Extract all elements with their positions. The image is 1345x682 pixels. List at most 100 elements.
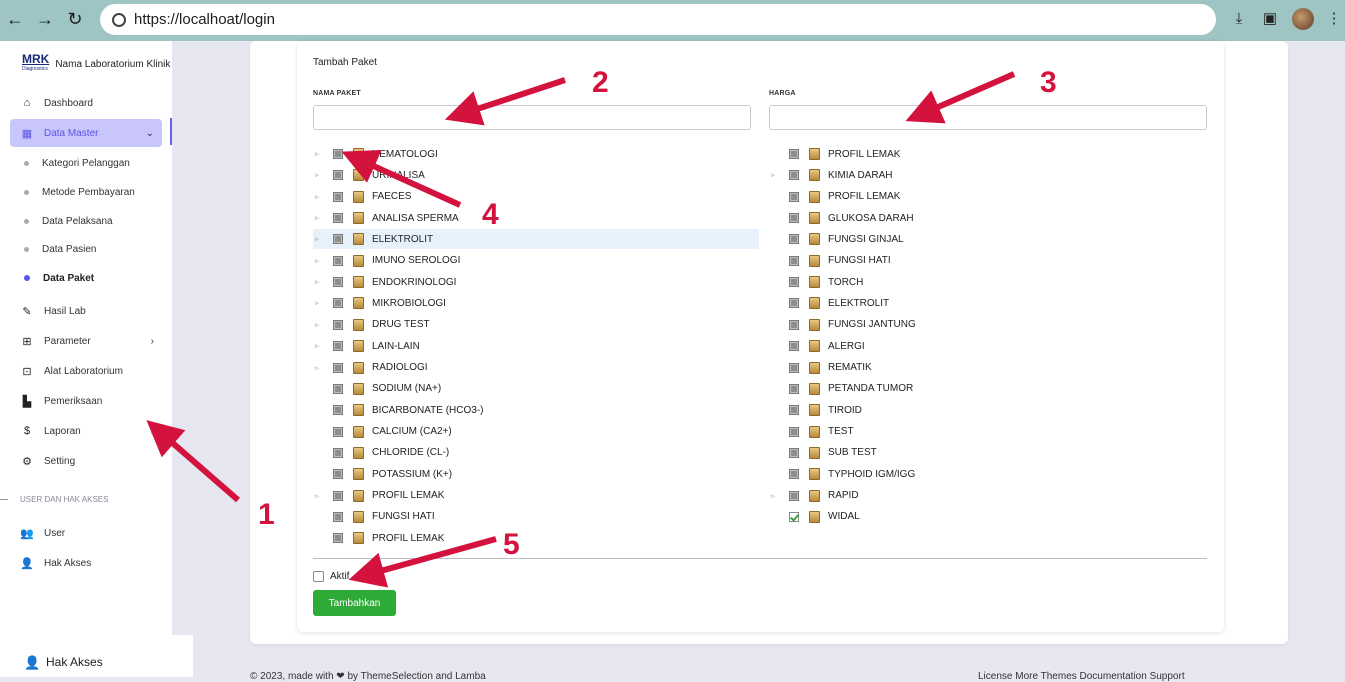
tree-node[interactable]: SUB TEST <box>769 443 1215 463</box>
sidebar-subitem-data-pasien[interactable]: Data Pasien <box>24 242 96 256</box>
tree-node[interactable]: TIROID <box>769 400 1215 420</box>
expand-toggle-icon[interactable]: ▹ <box>313 364 321 372</box>
tree-checkbox[interactable] <box>789 255 799 266</box>
back-arrow-icon[interactable]: ← <box>4 8 26 30</box>
tree-checkbox[interactable] <box>789 298 799 309</box>
tree-node[interactable]: ▹ DRUG TEST <box>313 315 759 335</box>
expand-toggle-icon[interactable]: ▹ <box>313 342 321 350</box>
tree-checkbox[interactable] <box>333 362 343 373</box>
sidebar-item-hasil-lab[interactable]: ✎ Hasil Lab <box>10 297 162 325</box>
tree-checkbox[interactable] <box>333 447 343 458</box>
tree-node[interactable]: CALCIUM (CA2+) <box>313 422 759 442</box>
site-info-icon[interactable] <box>112 12 126 27</box>
tree-checkbox[interactable] <box>333 319 343 330</box>
sidebar-item-data-master[interactable]: ▦ Data Master ⌄ <box>10 119 162 147</box>
tree-checkbox[interactable] <box>333 341 343 352</box>
tree-node[interactable]: GLUKOSA DARAH <box>769 208 1215 228</box>
tree-checkbox[interactable] <box>333 234 343 245</box>
sidebar-item-pemeriksaan[interactable]: ▙ Pemeriksaan <box>10 387 162 415</box>
tree-checkbox[interactable] <box>789 213 799 224</box>
expand-toggle-icon[interactable]: ▹ <box>313 299 321 307</box>
tree-node[interactable]: ▹ IMUNO SEROLOGI <box>313 251 759 271</box>
expand-toggle-icon[interactable]: ▹ <box>313 278 321 286</box>
tree-node[interactable]: TYPHOID IGM/IGG <box>769 464 1215 484</box>
tree-node[interactable]: FUNGSI HATI <box>313 507 759 527</box>
expand-toggle-icon[interactable]: ▹ <box>313 171 321 179</box>
tree-checkbox[interactable] <box>333 490 343 501</box>
expand-toggle-icon[interactable]: ▹ <box>313 492 321 500</box>
sidebar-item-alat-laboratorium[interactable]: ⊡ Alat Laboratorium <box>10 357 162 385</box>
tree-checkbox[interactable] <box>789 277 799 288</box>
tree-node[interactable]: ▹ ENDOKRINOLOGI <box>313 272 759 292</box>
tree-node[interactable]: CHLORIDE (CL-) <box>313 443 759 463</box>
tree-node[interactable]: PROFIL LEMAK <box>313 528 759 548</box>
tree-node[interactable]: ▹ URINALISA <box>313 165 759 185</box>
expand-toggle-icon[interactable]: ▹ <box>313 235 321 243</box>
tree-node[interactable]: ▹ LAIN-LAIN <box>313 336 759 356</box>
profile-avatar[interactable] <box>1292 8 1314 30</box>
tree-checkbox[interactable] <box>789 490 799 501</box>
sidebar-item-setting[interactable]: ⚙ Setting <box>10 447 162 475</box>
tree-node[interactable]: ▹ PROFIL LEMAK <box>313 486 759 506</box>
tree-checkbox[interactable] <box>789 319 799 330</box>
expand-toggle-icon[interactable]: ▹ <box>313 321 321 329</box>
aktif-checkbox[interactable]: Aktif <box>313 571 349 582</box>
tree-node[interactable]: ▹ FAECES <box>313 187 759 207</box>
tree-node[interactable]: ALERGI <box>769 336 1215 356</box>
tree-checkbox[interactable] <box>789 362 799 373</box>
tree-node[interactable]: WIDAL <box>769 507 1215 527</box>
expand-toggle-icon[interactable]: ▹ <box>313 193 321 201</box>
tree-checkbox[interactable] <box>789 234 799 245</box>
forward-arrow-icon[interactable]: → <box>34 8 56 30</box>
tree-node[interactable]: FUNGSI JANTUNG <box>769 315 1215 335</box>
tree-checkbox[interactable] <box>789 149 799 159</box>
tree-node[interactable]: SODIUM (NA+) <box>313 379 759 399</box>
tree-checkbox[interactable] <box>333 405 343 416</box>
tree-node[interactable]: TORCH <box>769 272 1215 292</box>
tree-node[interactable]: ▹ ELEKTROLIT <box>313 229 759 250</box>
expand-toggle-icon[interactable]: ▹ <box>769 171 777 179</box>
expand-toggle-icon[interactable]: ▹ <box>769 492 777 500</box>
window-toggle-icon[interactable]: ▣ <box>1260 9 1280 29</box>
reload-icon[interactable]: ↻ <box>64 8 86 30</box>
tree-node[interactable]: PROFIL LEMAK <box>769 144 1215 164</box>
address-bar[interactable]: https://localhoat/login <box>100 4 1216 35</box>
tree-node[interactable]: BICARBONATE (HCO3-) <box>313 400 759 420</box>
brand[interactable]: MRK Diagnostics Nama Laboratorium Klinik <box>22 53 170 74</box>
tree-node[interactable]: ▹ ANALISA SPERMA <box>313 208 759 228</box>
harga-input[interactable] <box>769 105 1207 130</box>
sidebar-subitem-data-paket[interactable]: Data Paket <box>24 271 94 285</box>
tree-node[interactable]: REMATIK <box>769 358 1215 378</box>
tree-checkbox[interactable] <box>789 383 799 394</box>
tambahkan-button[interactable]: Tambahkan <box>313 590 396 616</box>
tree-node[interactable]: FUNGSI HATI <box>769 251 1215 271</box>
tree-checkbox[interactable] <box>789 426 799 437</box>
kebab-menu-icon[interactable]: ⋮ <box>1324 9 1344 29</box>
tree-checkbox[interactable] <box>333 191 343 202</box>
tree-checkbox[interactable] <box>333 149 343 159</box>
tree-checkbox[interactable] <box>333 469 343 480</box>
tree-checkbox[interactable] <box>789 341 799 352</box>
sidebar-subitem-metode-pembayaran[interactable]: Metode Pembayaran <box>24 185 135 199</box>
sidebar-item-hak-akses[interactable]: 👤 Hak Akses <box>10 549 162 577</box>
sidebar-item-parameter[interactable]: ⊞ Parameter › <box>10 327 162 355</box>
tree-checkbox[interactable] <box>333 170 343 181</box>
sidebar-subitem-kategori-pelanggan[interactable]: Kategori Pelanggan <box>24 156 130 170</box>
tree-checkbox[interactable] <box>789 191 799 202</box>
tree-node[interactable]: ▹ MIKROBIOLOGI <box>313 293 759 313</box>
sidebar-item-laporan[interactable]: $ Laporan › <box>10 417 162 445</box>
tree-node[interactable]: PETANDA TUMOR <box>769 379 1215 399</box>
tree-node[interactable]: ▹ HEMATOLOGI <box>313 144 759 164</box>
tree-checkbox[interactable] <box>789 469 799 480</box>
tree-node[interactable]: ▹ RADIOLOGI <box>313 358 759 378</box>
expand-toggle-icon[interactable]: ▹ <box>313 150 321 158</box>
sidebar-item-dashboard[interactable]: ⌂ Dashboard <box>10 89 162 117</box>
tree-checkbox[interactable] <box>333 426 343 437</box>
tree-node[interactable]: ▹ RAPID <box>769 486 1215 506</box>
checkbox-box[interactable] <box>313 571 324 582</box>
tree-node[interactable]: ELEKTROLIT <box>769 293 1215 313</box>
tree-node[interactable]: ▹ KIMIA DARAH <box>769 165 1215 185</box>
sidebar-overlay-hak-akses[interactable]: 👤 Hak Akses <box>0 635 193 677</box>
download-icon[interactable]: ⤓ <box>1229 9 1249 29</box>
expand-toggle-icon[interactable]: ▹ <box>313 214 321 222</box>
